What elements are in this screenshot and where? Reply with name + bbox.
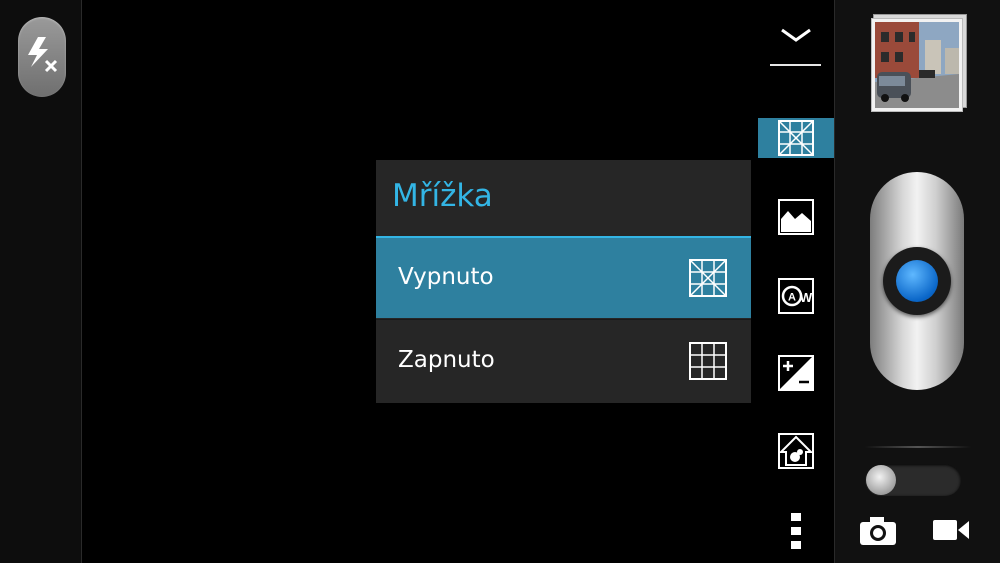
- iso-button[interactable]: [758, 431, 834, 471]
- flash-button[interactable]: [18, 17, 66, 97]
- capture-panel: [834, 0, 1000, 563]
- grid-off-icon: [689, 259, 727, 297]
- settings-divider: [770, 64, 821, 66]
- grid-setting-button[interactable]: [758, 118, 834, 158]
- last-photo-thumbnail[interactable]: [871, 18, 963, 112]
- flash-off-icon: [28, 37, 58, 73]
- grid-setting-icon: [778, 120, 814, 156]
- collapse-settings-button[interactable]: [770, 10, 822, 68]
- option-label: Vypnuto: [398, 264, 494, 290]
- camera-settings-column: A W: [758, 0, 834, 563]
- shutter-dot: [896, 260, 938, 302]
- grid-option-on[interactable]: Zapnuto: [376, 321, 751, 401]
- exposure-icon: [778, 355, 814, 391]
- more-options-icon: [791, 513, 801, 549]
- svg-text:W: W: [800, 290, 813, 305]
- mode-switch-handle[interactable]: [866, 465, 896, 495]
- shutter-button[interactable]: [883, 247, 951, 315]
- photo-preview-image: [875, 22, 959, 108]
- grid-settings-popup: Mřížka Vypnuto Zapnuto: [376, 160, 751, 403]
- video-icon: [933, 520, 969, 540]
- scene-mode-icon: [778, 199, 814, 235]
- svg-text:A: A: [788, 292, 796, 304]
- white-balance-button[interactable]: A W: [758, 276, 834, 316]
- popup-title: Mřížka: [392, 178, 493, 214]
- chevron-down-icon: [781, 28, 811, 42]
- grid-on-icon: [689, 342, 727, 380]
- white-balance-icon: A W: [778, 278, 814, 314]
- grid-option-off[interactable]: Vypnuto: [376, 238, 751, 318]
- option-label: Zapnuto: [398, 347, 495, 373]
- iso-icon: [778, 433, 814, 469]
- camera-icon: [860, 517, 896, 545]
- panel-divider: [865, 446, 971, 448]
- left-bar: [0, 0, 82, 563]
- scene-mode-button[interactable]: [758, 197, 834, 237]
- exposure-button[interactable]: [758, 353, 834, 393]
- camera-mode-switch[interactable]: [865, 464, 961, 496]
- more-options-button[interactable]: [758, 508, 834, 552]
- option-divider: [376, 319, 751, 320]
